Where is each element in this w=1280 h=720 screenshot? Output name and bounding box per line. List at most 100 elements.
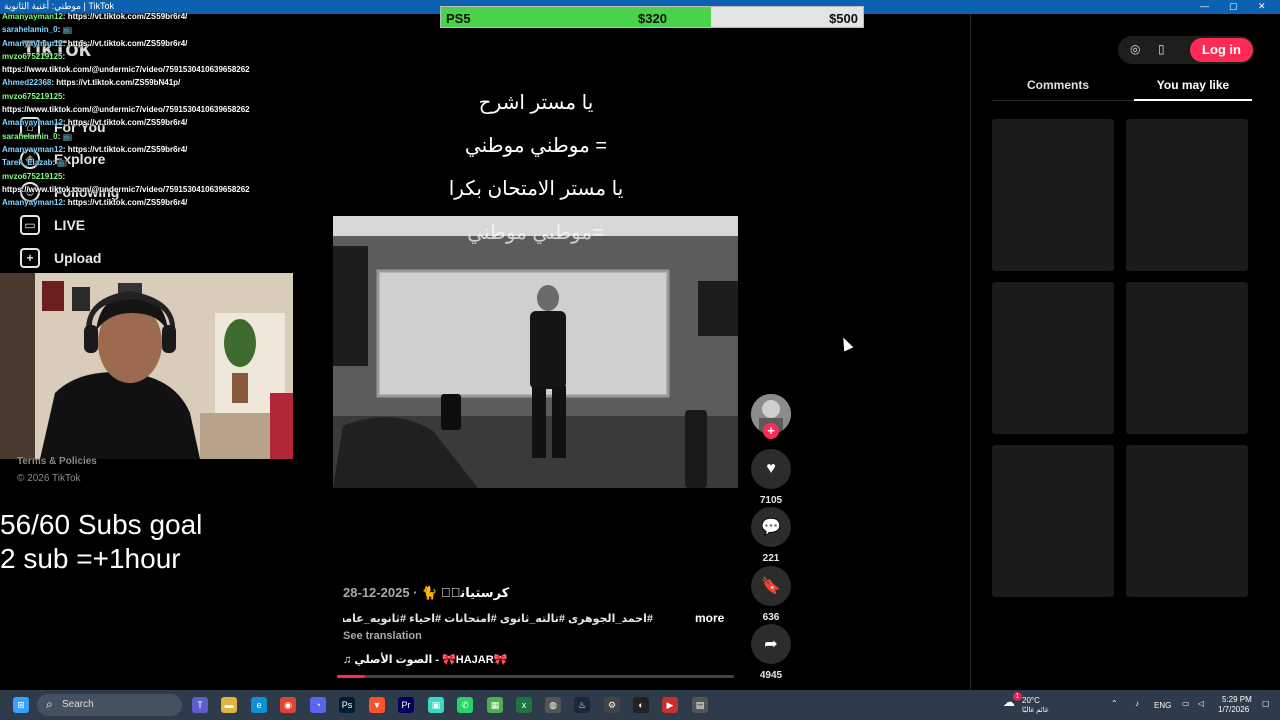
tab-you-may-like[interactable]: You may like [1128,78,1258,92]
video-player[interactable]: =موطني موطني [333,216,738,488]
chat-text: : [62,171,66,181]
chat-username: Amanyayman12 [2,144,63,154]
steam-icon[interactable]: ♨ [574,697,590,713]
chat-text: : https://vt.tiktok.com/ZS59br6r4/ [62,12,188,21]
app-icon[interactable]: ◐ [633,697,649,713]
edge-icon[interactable]: e [251,697,267,713]
chat-message: https://www.tiktok.com/@undermic7/video/… [2,105,332,118]
calculator-icon[interactable]: ▤ [692,697,708,713]
author-name[interactable]: كرستيانوۨ 🐈 [421,585,509,600]
teams-icon[interactable]: T [192,697,208,713]
clock-date[interactable]: 1/7/2026 [1218,705,1249,714]
see-translation-link[interactable]: See translation [343,630,422,642]
comment-action[interactable]: 💬 221 [751,507,791,564]
suggested-video-card[interactable] [1126,445,1248,597]
chat-username: sarahelamin_0 [2,25,58,35]
chat-message: https://www.tiktok.com/@undermic7/video/… [2,185,332,198]
app-icon[interactable]: ▶ [662,697,678,713]
app-icon[interactable]: ▣ [428,697,444,713]
excel-icon[interactable]: x [516,697,532,713]
webcam-feed [0,273,293,459]
chat-text: https://www.tiktok.com/@undermic7/video/… [2,184,250,194]
suggested-video-card[interactable] [1126,119,1248,271]
nav-upload[interactable]: + Upload [20,247,101,269]
premiere-icon[interactable]: Pr [398,697,414,713]
chat-username: Amanyayman12 [2,118,63,128]
suggested-video-card[interactable] [992,282,1114,434]
app-icon[interactable]: ⚙ [604,697,620,713]
donation-goal-bar: PS5 $320 $500 [440,6,864,28]
minimize-button[interactable]: — [1200,1,1209,11]
search-icon: ⌕ [46,697,53,711]
subs-goal-line-2: 2 sub =+1hour [0,543,181,574]
mouse-cursor [838,335,854,352]
clock-time[interactable]: 5:29 PM [1222,695,1252,704]
notification-icon[interactable]: ▢ [1262,699,1270,708]
chat-username: mvzo675219125 [2,91,63,101]
chat-text: : https://vt.tiktok.com/ZS59br6r4/ [62,198,188,208]
follow-plus-button[interactable]: + [763,423,779,439]
video-hashtags[interactable]: #احمد_الجوهرى #تالته_ثانوى #امتحانات #اح… [343,612,653,625]
chat-text: : [62,91,66,101]
discord-icon[interactable]: ◔ [310,697,326,713]
terms-policies-link[interactable]: Terms & Policies [17,456,97,467]
search-label: Search [62,699,94,710]
like-action[interactable]: ♥ 7105 [751,449,791,506]
suggested-video-card[interactable] [992,445,1114,597]
taskbar-search[interactable]: ⌕ Search [37,694,182,716]
goal-current: $320 [638,11,667,26]
video-progress-fill [337,675,365,678]
whatsapp-icon[interactable]: ✆ [457,697,473,713]
panel-divider [970,14,971,690]
network-icon[interactable]: ▭ [1182,699,1190,708]
close-button[interactable]: ✕ [1258,1,1266,12]
chrome-icon[interactable]: ◉ [280,697,296,713]
chat-message: mvzo675219125: [2,172,332,185]
share-icon[interactable]: ➦ [751,624,791,664]
bookmark-icon[interactable]: 🔖 [751,566,791,606]
language-indicator[interactable]: ENG [1154,701,1171,710]
chat-text: https://www.tiktok.com/@undermic7/video/… [2,65,250,75]
weather-desc: غائم غالبًا [1022,707,1049,714]
login-button[interactable]: Log in [1190,38,1253,62]
save-action[interactable]: 🔖 636 [751,566,791,623]
caption-line: يا مستر اشرح [478,92,594,114]
share-action[interactable]: ➦ 4945 [751,624,791,681]
video-progress-bar[interactable] [337,675,734,678]
sound-link[interactable]: ♫ الصوت الأصلي - 🎀HAJAR🎀 [343,653,507,666]
chat-username: Tarek_Elazab [2,158,53,168]
chat-message: Amanyayman12: https://vt.tiktok.com/ZS59… [2,145,332,158]
live-icon: ▭ [20,215,40,235]
chevron-up-icon[interactable]: ⌃ [1111,699,1118,708]
chat-username: Amanyayman12 [2,198,63,208]
maximize-button[interactable]: ▢ [1229,1,1238,12]
like-count: 7105 [759,495,783,506]
video-overlay-text: =موطني موطني [467,222,604,244]
chat-message: sarahelamin_0: 📺 [2,132,332,145]
brave-icon[interactable]: ▼ [369,697,385,713]
weather-temp[interactable]: 20°C [1022,696,1040,705]
windows-start-icon[interactable]: ⊞ [13,697,29,713]
save-count: 636 [762,612,780,623]
volume-icon[interactable]: ◁ [1198,699,1204,708]
phone-icon[interactable]: ▯ [1158,42,1165,56]
chat-text: : https://vt.tiktok.com/ZS59br6r4/ [62,144,188,154]
nav-live[interactable]: ▭ LIVE [20,214,85,236]
nav-label: LIVE [54,217,86,233]
obs-icon[interactable]: ◍ [545,697,561,713]
post-date: · 2025-12-28 [343,585,418,600]
suggested-video-card[interactable] [992,119,1114,271]
chat-text: : https://vt.tiktok.com/ZS59bN41p/ [51,78,181,88]
photoshop-icon[interactable]: Ps [339,697,355,713]
music-note-icon: ♫ [343,654,355,666]
more-button[interactable]: more [695,611,724,625]
file-explorer-icon[interactable]: ▬ [221,697,237,713]
tab-comments[interactable]: Comments [993,78,1123,92]
caption-line: = موطني موطني [464,135,608,157]
heart-icon[interactable]: ♥ [751,449,791,489]
suggested-video-card[interactable] [1126,282,1248,434]
microphone-icon[interactable]: ♪ [1135,699,1139,708]
comment-icon[interactable]: 💬 [751,507,791,547]
minecraft-icon[interactable]: ▦ [487,697,503,713]
compass-icon[interactable]: ◎ [1130,42,1140,56]
